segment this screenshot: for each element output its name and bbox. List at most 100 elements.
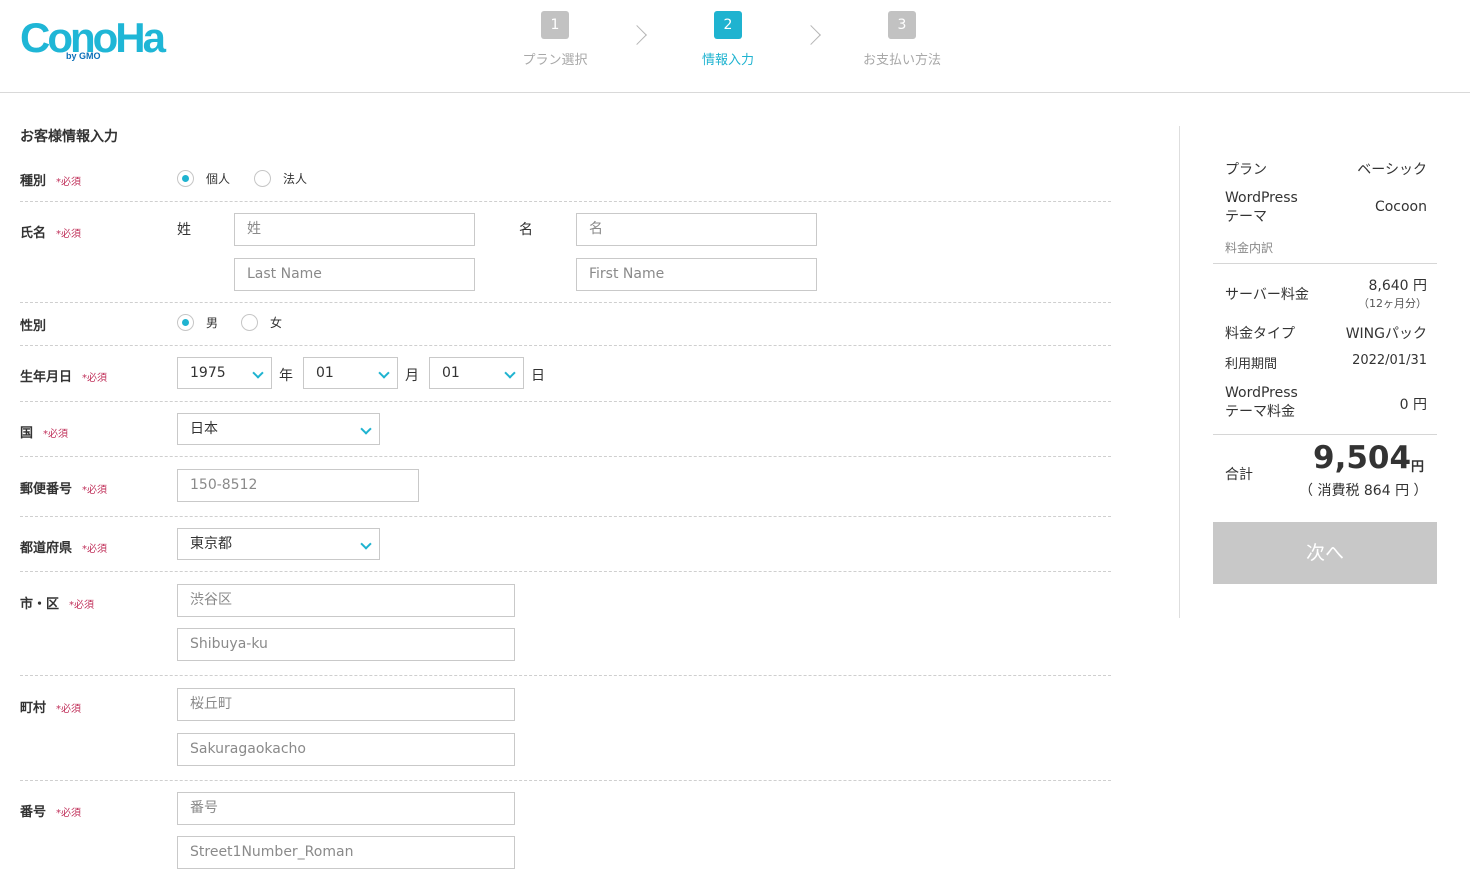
conoha-logo[interactable]: ConoHa by GMO bbox=[20, 14, 166, 64]
summary-theme-row: WordPress テーマ Cocoon bbox=[1225, 190, 1427, 230]
divider bbox=[20, 345, 1111, 346]
summary-divider bbox=[1213, 263, 1437, 264]
gender-male-radio[interactable] bbox=[177, 314, 194, 331]
next-button[interactable]: 次へ bbox=[1213, 522, 1437, 584]
step-label: プラン選択 bbox=[522, 53, 588, 68]
fee-type-value: WINGパック bbox=[1345, 326, 1427, 342]
required-mark: *必須 bbox=[82, 544, 108, 555]
first-name-label: 名 bbox=[519, 222, 533, 238]
last-name-label: 姓 bbox=[177, 222, 191, 238]
postal-code-input[interactable]: 150-8512 bbox=[177, 469, 419, 502]
gender-female-radio[interactable] bbox=[241, 314, 258, 331]
first-name-input[interactable]: 名 bbox=[576, 213, 817, 246]
last-name-roman-input[interactable]: Last Name bbox=[234, 258, 475, 291]
required-mark: *必須 bbox=[82, 485, 108, 496]
chevron-down-icon bbox=[360, 423, 372, 435]
step-info-input: 2 情報入力 bbox=[668, 11, 788, 68]
chevron-down-icon bbox=[378, 367, 390, 379]
day-unit: 日 bbox=[531, 368, 545, 384]
chevron-down-icon bbox=[360, 538, 372, 550]
type-corporate-radio[interactable] bbox=[254, 170, 271, 187]
required-mark: *必須 bbox=[56, 177, 82, 188]
town-label: 町村 *必須 bbox=[20, 701, 82, 716]
birth-month-select[interactable]: 01 bbox=[303, 357, 398, 389]
period-key: 利用期間 bbox=[1225, 357, 1278, 372]
step-payment-method: 3 お支払い方法 bbox=[842, 11, 962, 68]
summary-server-row: サーバー料金 8,640 円 （12ヶ月分） bbox=[1225, 275, 1427, 311]
step-label: お支払い方法 bbox=[862, 53, 941, 68]
divider bbox=[20, 675, 1111, 676]
town-input[interactable]: 桜丘町 bbox=[177, 688, 515, 721]
required-mark: *必須 bbox=[56, 704, 82, 715]
town-roman-input[interactable]: Sakuragaokacho bbox=[177, 733, 515, 766]
birthday-label: 生年月日 *必須 bbox=[20, 370, 108, 385]
server-fee-key: サーバー料金 bbox=[1225, 287, 1309, 303]
gender-label: 性別 bbox=[20, 319, 47, 334]
server-fee-value: 8,640 円 bbox=[1368, 278, 1427, 294]
theme-fee-key-line1: WordPress bbox=[1225, 385, 1298, 401]
chevron-down-icon bbox=[252, 367, 264, 379]
plan-key: プラン bbox=[1225, 162, 1267, 178]
number-label: 番号 *必須 bbox=[20, 805, 82, 820]
chevron-right-icon bbox=[801, 25, 821, 45]
fee-type-key: 料金タイプ bbox=[1225, 326, 1295, 342]
divider bbox=[20, 401, 1111, 402]
type-individual-label[interactable]: 個人 bbox=[206, 170, 230, 187]
chevron-down-icon bbox=[504, 367, 516, 379]
step-number: 1 bbox=[541, 11, 569, 39]
type-individual-radio[interactable] bbox=[177, 170, 194, 187]
birth-day-select[interactable]: 01 bbox=[429, 357, 524, 389]
theme-key-line1: WordPress bbox=[1225, 190, 1298, 206]
prefecture-label: 都道府県 *必須 bbox=[20, 541, 108, 556]
month-unit: 月 bbox=[405, 368, 419, 384]
street-number-roman-input[interactable]: Street1Number_Roman bbox=[177, 836, 515, 869]
street-number-input[interactable]: 番号 bbox=[177, 792, 515, 825]
theme-value: Cocoon bbox=[1374, 199, 1427, 215]
theme-fee-key-line2: テーマ料金 bbox=[1225, 404, 1295, 420]
country-label: 国 *必須 bbox=[20, 426, 69, 441]
step-plan-selection: 1 プラン選択 bbox=[495, 11, 615, 68]
required-mark: *必須 bbox=[43, 429, 69, 440]
required-mark: *必須 bbox=[69, 600, 95, 611]
breakdown-label: 料金内訳 bbox=[1225, 241, 1274, 255]
required-mark: *必須 bbox=[56, 808, 82, 819]
total-amount: 9,504 bbox=[1313, 440, 1412, 476]
form-title: お客様情報入力 bbox=[20, 129, 118, 145]
last-name-input[interactable]: 姓 bbox=[234, 213, 475, 246]
step-number: 2 bbox=[714, 11, 742, 39]
prefecture-select[interactable]: 東京都 bbox=[177, 528, 380, 560]
gender-female-label[interactable]: 女 bbox=[270, 314, 282, 331]
required-mark: *必須 bbox=[56, 229, 82, 240]
theme-key-line2: テーマ bbox=[1225, 209, 1267, 225]
type-label: 種別 *必須 bbox=[20, 174, 82, 189]
country-select[interactable]: 日本 bbox=[177, 413, 380, 445]
header: ConoHa by GMO 1 プラン選択 2 情報入力 3 お支払い方法 bbox=[0, 0, 1470, 93]
divider bbox=[20, 571, 1111, 572]
step-label: 情報入力 bbox=[701, 53, 754, 68]
plan-value: ベーシック bbox=[1357, 162, 1427, 178]
divider bbox=[20, 780, 1111, 781]
first-name-roman-input[interactable]: First Name bbox=[576, 258, 817, 291]
theme-fee-value: 0 円 bbox=[1399, 397, 1427, 413]
city-input[interactable]: 渋谷区 bbox=[177, 584, 515, 617]
divider bbox=[20, 516, 1111, 517]
name-label: 氏名 *必須 bbox=[20, 226, 82, 241]
birth-year-select[interactable]: 1975 bbox=[177, 357, 272, 389]
divider bbox=[20, 456, 1111, 457]
summary-theme-fee-row: WordPress テーマ料金 0 円 bbox=[1225, 385, 1427, 425]
step-number: 3 bbox=[888, 11, 916, 39]
divider bbox=[20, 201, 1111, 202]
year-unit: 年 bbox=[279, 368, 293, 384]
tax-amount: （ 消費税 864 円 ） bbox=[1299, 483, 1428, 499]
summary-divider bbox=[1213, 434, 1437, 435]
total-unit: 円 bbox=[1411, 460, 1425, 475]
city-roman-input[interactable]: Shibuya-ku bbox=[177, 628, 515, 661]
divider bbox=[20, 302, 1111, 303]
gender-male-label[interactable]: 男 bbox=[206, 314, 218, 331]
postal-code-label: 郵便番号 *必須 bbox=[20, 482, 108, 497]
chevron-right-icon bbox=[627, 25, 647, 45]
logo-sub-text: by GMO bbox=[66, 51, 101, 61]
type-corporate-label[interactable]: 法人 bbox=[283, 170, 307, 187]
server-fee-period: （12ヶ月分） bbox=[1358, 297, 1427, 310]
period-value: 2022/01/31 bbox=[1352, 353, 1427, 368]
